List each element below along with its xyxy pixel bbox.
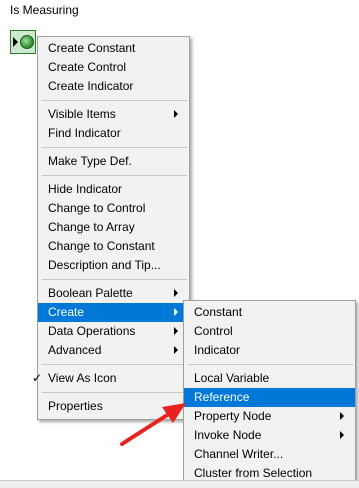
menu-separator (42, 175, 187, 176)
checkmark-icon: ✓ (32, 371, 43, 385)
menu-item-properties[interactable]: Properties (38, 397, 189, 416)
menu-item-label: Visible Items (48, 107, 116, 121)
terminal-direction-icon (13, 37, 18, 47)
submenu-arrow-icon (174, 346, 178, 354)
led-icon (20, 35, 34, 49)
menu-item-label: Advanced (48, 343, 102, 357)
boolean-indicator-terminal[interactable] (10, 30, 36, 54)
menu-item-create-control[interactable]: Create Control (38, 58, 189, 77)
menu-item-hide-indicator[interactable]: Hide Indicator (38, 180, 189, 199)
menu-item-find-indicator[interactable]: Find Indicator (38, 124, 189, 143)
submenu-item-channel-writer[interactable]: Channel Writer... (184, 445, 355, 464)
submenu-item-constant[interactable]: Constant (184, 303, 355, 322)
menu-separator (42, 392, 187, 393)
menu-item-label: Data Operations (48, 324, 136, 338)
submenu-item-reference[interactable]: Reference (184, 388, 355, 407)
menu-item-label: Create (48, 305, 85, 319)
menu-item-create-indicator[interactable]: Create Indicator (38, 77, 189, 96)
create-submenu: Constant Control Indicator Local Variabl… (183, 300, 356, 484)
menu-separator (42, 147, 187, 148)
submenu-item-invoke-node[interactable]: Invoke Node (184, 426, 355, 445)
menu-separator (42, 279, 187, 280)
menu-item-label: View As Icon (48, 371, 117, 385)
menu-item-data-operations[interactable]: Data Operations (38, 322, 189, 341)
menu-separator (188, 364, 353, 365)
menu-item-boolean-palette[interactable]: Boolean Palette (38, 284, 189, 303)
menu-item-make-type-def[interactable]: Make Type Def. (38, 152, 189, 171)
submenu-item-indicator[interactable]: Indicator (184, 341, 355, 360)
context-menu: Create Constant Create Control Create In… (32, 36, 190, 420)
indicator-label: Is Measuring (10, 3, 79, 17)
bottom-strip (0, 480, 359, 488)
menu-item-label: Invoke Node (194, 428, 262, 442)
submenu-arrow-icon (340, 431, 344, 439)
menu-item-create-constant[interactable]: Create Constant (38, 39, 189, 58)
submenu-item-property-node[interactable]: Property Node (184, 407, 355, 426)
menu-item-label: Boolean Palette (48, 286, 133, 300)
submenu-arrow-icon (174, 289, 178, 297)
menu-separator (42, 364, 187, 365)
menu-item-change-to-constant[interactable]: Change to Constant (38, 237, 189, 256)
menu-item-description-and-tip[interactable]: Description and Tip... (38, 256, 189, 275)
menu-item-visible-items[interactable]: Visible Items (38, 105, 189, 124)
menu-item-create[interactable]: Create (38, 303, 189, 322)
menu-separator (42, 100, 187, 101)
menu-item-change-to-control[interactable]: Change to Control (38, 199, 189, 218)
menu-item-view-as-icon[interactable]: ✓ View As Icon (32, 369, 189, 388)
submenu-item-local-variable[interactable]: Local Variable (184, 369, 355, 388)
submenu-arrow-icon (174, 308, 178, 316)
menu-item-label: Property Node (194, 409, 272, 423)
menu-item-advanced[interactable]: Advanced (38, 341, 189, 360)
submenu-item-control[interactable]: Control (184, 322, 355, 341)
submenu-arrow-icon (340, 412, 344, 420)
submenu-arrow-icon (174, 110, 178, 118)
submenu-arrow-icon (174, 327, 178, 335)
menu-item-change-to-array[interactable]: Change to Array (38, 218, 189, 237)
